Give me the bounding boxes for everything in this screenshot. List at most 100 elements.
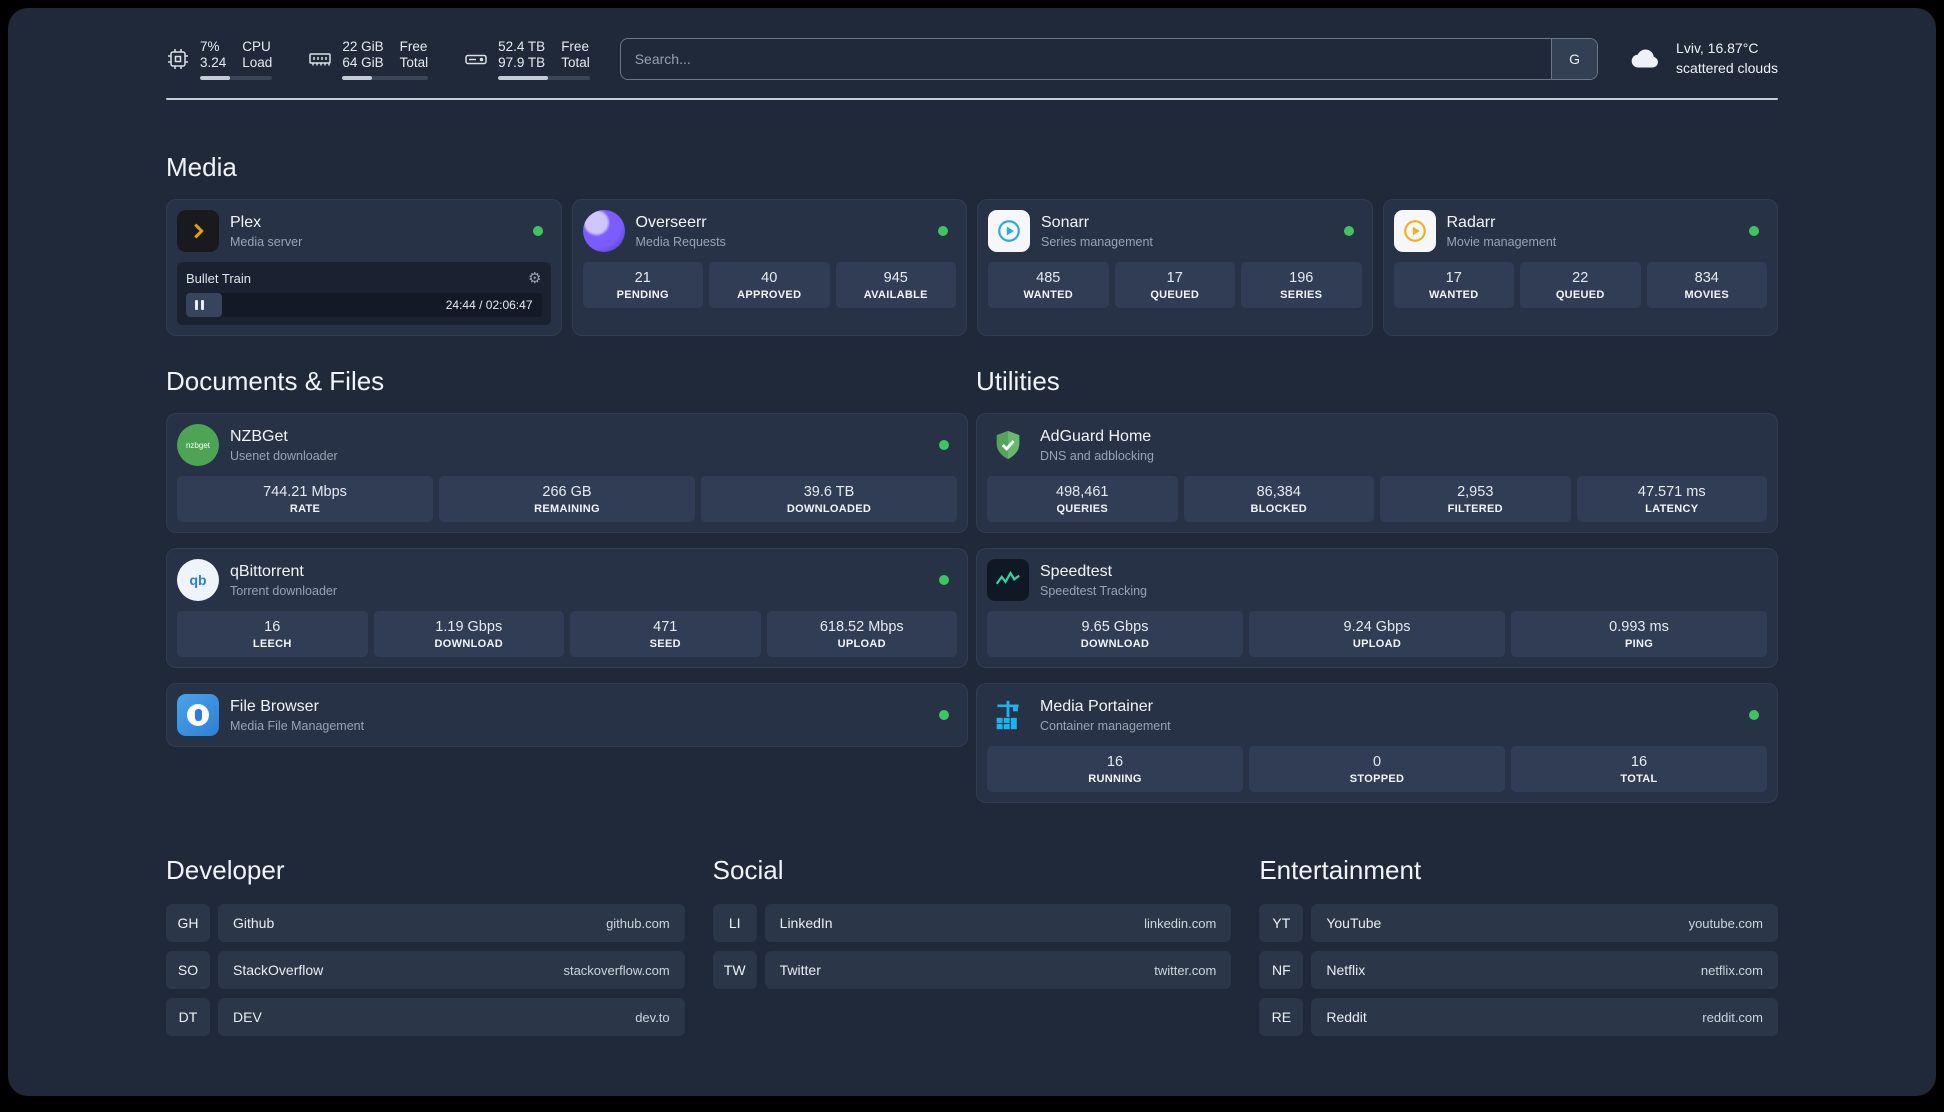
- bookmark-abbr: RE: [1259, 998, 1304, 1036]
- app-desc: Usenet downloader: [230, 448, 338, 463]
- bookmark-github[interactable]: GH Github github.com: [166, 904, 685, 942]
- ram-total-value: 64 GiB: [342, 54, 384, 70]
- filebrowser-icon: [177, 694, 219, 736]
- bookmark-stackoverflow[interactable]: SO StackOverflow stackoverflow.com: [166, 951, 685, 989]
- bookmark-url: dev.to: [635, 1009, 670, 1025]
- bookmark-name: Reddit: [1326, 1009, 1367, 1025]
- bookmark-abbr: SO: [166, 951, 210, 989]
- bookmark-url: netflix.com: [1700, 962, 1763, 978]
- card-header: Media Portainer Container management: [987, 694, 1767, 736]
- social-bookmarks: Social LI LinkedIn linkedin.com TW Twitt…: [712, 855, 1232, 1036]
- section-title-entertainment: Entertainment: [1259, 855, 1422, 885]
- stats-row: 498,461 QUERIES 86,384 BLOCKED 2,953 FILTER…: [987, 476, 1767, 522]
- cpu-label: CPU: [242, 38, 271, 54]
- stat-tile: 945 AVAILABLE: [835, 262, 956, 308]
- card-header: Overseerr Media Requests: [582, 210, 957, 252]
- bookmark-abbr: LI: [712, 904, 757, 942]
- bookmark-url: linkedin.com: [1144, 915, 1217, 931]
- app-card-overseerr[interactable]: Overseerr Media Requests 21 PENDING 40 APP…: [571, 199, 967, 336]
- app-name: Speedtest: [1040, 562, 1113, 580]
- speedtest-icon: [987, 559, 1029, 601]
- stat-tile: 40 APPROVED: [709, 262, 830, 308]
- stat-tile: 0 STOPPED: [1249, 746, 1505, 792]
- app-card-portainer[interactable]: Media Portainer Container management 16 R…: [976, 683, 1778, 803]
- app-desc: Series management: [1041, 234, 1153, 249]
- stat-tile: 196 SERIES: [1241, 262, 1362, 308]
- stat-tile: 16 RUNNING: [987, 746, 1243, 792]
- bookmark-netflix[interactable]: NF Netflix netflix.com: [1259, 951, 1778, 989]
- bookmark-twitter[interactable]: TW Twitter twitter.com: [712, 951, 1232, 989]
- bookmark-name: StackOverflow: [233, 962, 324, 978]
- stat-tile: 16 LEECH: [177, 611, 368, 657]
- stat-tile: 22 QUEUED: [1520, 262, 1641, 308]
- status-dot: [939, 710, 949, 720]
- stats-row: 744.21 Mbps RATE 266 GB REMAINING 39.6 TB D…: [177, 476, 957, 522]
- section-title-developer: Developer: [166, 855, 285, 885]
- disk-free-value: 52.4 TB: [498, 38, 546, 54]
- app-card-radarr[interactable]: Radarr Movie management 17 WANTED 22 QUEUE…: [1382, 199, 1778, 336]
- app-card-speedtest[interactable]: Speedtest Speedtest Tracking 9.65 Gbps DO…: [976, 548, 1778, 668]
- app-name: Media Portainer: [1040, 697, 1153, 715]
- qbittorrent-icon: qb: [177, 559, 219, 601]
- bookmark-linkedin[interactable]: LI LinkedIn linkedin.com: [712, 904, 1232, 942]
- status-dot: [532, 226, 543, 236]
- stats-row: 9.65 Gbps DOWNLOAD 9.24 Gbps UPLOAD 0.993 …: [987, 611, 1767, 657]
- status-dot: [1749, 226, 1759, 236]
- stat-tile: 21 PENDING: [582, 262, 703, 308]
- stat-tile: 471 SEED: [570, 611, 761, 657]
- nzbget-icon: nzbget: [177, 424, 219, 466]
- stat-tile: 0.993 ms PING: [1511, 611, 1767, 657]
- pause-icon[interactable]: [195, 300, 204, 310]
- weather-location: Lviv, 16.87°C: [1676, 40, 1759, 57]
- overseerr-icon: [582, 210, 625, 252]
- app-card-plex[interactable]: Plex Media server Bullet Train ⚙ 24:44 /…: [166, 199, 562, 336]
- disk-total-value: 97.9 TB: [498, 54, 546, 70]
- status-dot: [938, 226, 948, 236]
- ram-free-label: Free: [399, 38, 428, 54]
- disk-total-label: Total: [561, 54, 590, 70]
- ram-free-value: 22 GiB: [342, 38, 384, 54]
- status-dot: [1749, 710, 1759, 720]
- bookmark-name: Netflix: [1326, 962, 1366, 978]
- bookmark-dev[interactable]: DT DEV dev.to: [166, 998, 685, 1036]
- bookmark-url: youtube.com: [1688, 915, 1763, 931]
- app-name: NZBGet: [230, 427, 288, 445]
- search-input[interactable]: [620, 39, 1552, 79]
- weather-condition: scattered clouds: [1676, 60, 1778, 76]
- bookmark-abbr: TW: [712, 951, 757, 989]
- stat-tile: 17 QUEUED: [1114, 262, 1235, 308]
- app-name: qBittorrent: [230, 562, 304, 580]
- app-card-filebrowser[interactable]: File Browser Media File Management: [166, 683, 968, 747]
- disk-metric: 52.4 TB Free 97.9 TB Total: [464, 39, 590, 80]
- app-desc: Media Requests: [635, 234, 726, 249]
- stats-row: 16 LEECH 1.19 Gbps DOWNLOAD 471 SEED 618.52…: [177, 611, 957, 657]
- plex-now-playing: Bullet Train ⚙ 24:44 / 02:06:47: [177, 262, 551, 325]
- status-dot: [939, 440, 949, 450]
- app-desc: Media server: [230, 234, 303, 249]
- stats-row: 17 WANTED 22 QUEUED 834 MOVIES: [1393, 262, 1767, 308]
- app-name: AdGuard Home: [1040, 427, 1152, 445]
- playback-time: 24:44 / 02:06:47: [445, 298, 533, 312]
- bookmark-reddit[interactable]: RE Reddit reddit.com: [1259, 998, 1778, 1036]
- media-cards: Plex Media server Bullet Train ⚙ 24:44 /…: [166, 199, 1778, 336]
- bookmark-youtube[interactable]: YT YouTube youtube.com: [1259, 904, 1778, 942]
- ram-total-label: Total: [399, 54, 429, 70]
- app-card-nzbget[interactable]: nzbget NZBGet Usenet downloader 744.21 M…: [166, 413, 968, 533]
- cpu-percent: 7%: [200, 38, 220, 54]
- stat-tile: 834 MOVIES: [1646, 262, 1767, 308]
- search-engine-button[interactable]: G: [1551, 39, 1598, 79]
- app-card-adguard[interactable]: AdGuard Home DNS and adblocking 498,461 Q…: [976, 413, 1778, 533]
- stat-tile: 9.65 Gbps DOWNLOAD: [987, 611, 1243, 657]
- app-card-qbittorrent[interactable]: qb qBittorrent Torrent downloader 16 LEEC…: [166, 548, 968, 668]
- weather-widget[interactable]: Lviv, 16.87°C scattered clouds: [1628, 39, 1778, 78]
- stats-row: 485 WANTED 17 QUEUED 196 SERIES: [988, 262, 1362, 308]
- utilities-column: Utilities AdGuard Home DNS and adblockin…: [976, 366, 1778, 803]
- playback-progress-bar[interactable]: 24:44 / 02:06:47: [186, 293, 542, 317]
- plex-icon: [177, 210, 219, 252]
- app-card-sonarr[interactable]: Sonarr Series management 485 WANTED 17 QUE…: [977, 199, 1373, 336]
- stat-tile: 618.52 Mbps UPLOAD: [766, 611, 957, 657]
- bookmark-abbr: DT: [166, 998, 210, 1036]
- settings-gear-icon[interactable]: ⚙: [528, 269, 541, 287]
- cpu-load-label: Load: [242, 54, 273, 70]
- stats-row: 16 RUNNING 0 STOPPED 16 TOTAL: [987, 746, 1767, 792]
